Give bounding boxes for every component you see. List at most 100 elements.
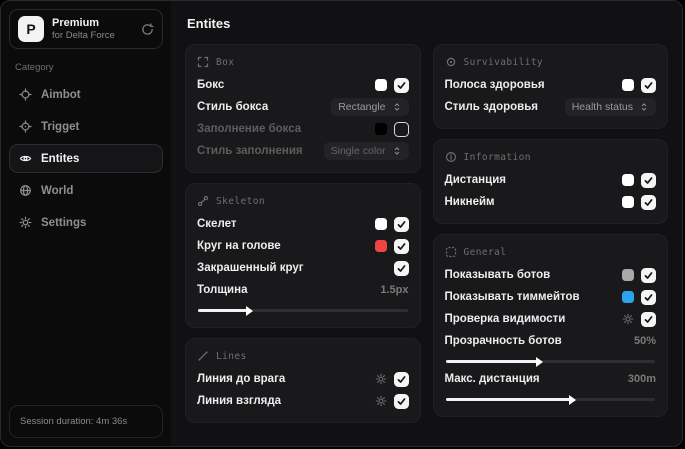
section-card-skeleton: Skeleton Скелет Круг на голове Закрашенный … — [185, 183, 421, 328]
row-label: Никнейм — [444, 196, 495, 208]
sidebar-nav: Aimbot Trigget Entites World Settings — [9, 80, 163, 237]
setting-row: Круг на голове — [197, 235, 409, 257]
section-header: Lines — [197, 350, 409, 362]
section-header: Box — [197, 56, 409, 68]
row-controls — [622, 172, 656, 188]
section-title: Lines — [216, 350, 247, 362]
dropdown-survivability-1[interactable]: Health status — [564, 98, 656, 116]
columns: Box Бокс Стиль бокса Rectangle Заполнение бо… — [185, 44, 668, 423]
sidebar-item-label: Settings — [41, 216, 87, 229]
setting-row: Стиль здоровья Health status — [445, 96, 656, 118]
setting-row: Закрашенный круг — [197, 257, 409, 279]
color-swatch[interactable] — [374, 123, 387, 135]
checkbox[interactable] — [393, 216, 409, 232]
checkbox[interactable] — [393, 77, 409, 93]
section-header: Skeleton — [197, 195, 409, 207]
sidebar-item-aimbot[interactable]: Aimbot — [9, 80, 163, 109]
slider-fill — [445, 398, 572, 401]
checkbox[interactable] — [641, 267, 656, 283]
dropdown-box-1[interactable]: Rectangle — [331, 98, 409, 116]
row-controls — [622, 289, 656, 305]
checkbox[interactable] — [641, 77, 656, 93]
gear-icon[interactable] — [375, 373, 387, 385]
category-label: Category — [15, 62, 54, 73]
slider-setting-row: Макс. дистанция 300m — [445, 368, 657, 390]
brand-title: Premium — [52, 16, 100, 29]
slider-setting-row: Прозрачность ботов 50% — [445, 330, 657, 352]
row-label: Прозрачность ботов — [444, 335, 562, 347]
color-swatch[interactable] — [622, 291, 634, 303]
column-right: Survivability Полоса здоровья Стиль здоров… — [432, 44, 668, 423]
info-icon — [445, 151, 457, 163]
bone-icon — [197, 195, 209, 207]
setting-row: Заполнение бокса — [197, 118, 409, 140]
unfold-icon — [392, 146, 402, 156]
brand-card: P Premium for Delta Force — [9, 9, 163, 49]
row-controls — [622, 77, 656, 93]
setting-row: Дистанция — [444, 169, 656, 191]
checkbox[interactable] — [641, 194, 656, 210]
sidebar-item-entites[interactable]: Entites — [9, 144, 163, 173]
sidebar-item-world[interactable]: World — [9, 176, 163, 205]
checkbox[interactable] — [393, 393, 409, 409]
grid-dashed-icon — [445, 246, 457, 258]
checkbox[interactable] — [641, 311, 656, 327]
row-controls — [622, 194, 656, 210]
checkbox[interactable] — [393, 371, 409, 387]
app-window: P Premium for Delta Force Category Aimbo… — [0, 0, 683, 447]
color-swatch[interactable] — [622, 174, 634, 186]
section-card-survivability: Survivability Полоса здоровья Стиль здоров… — [432, 44, 668, 129]
checkbox[interactable] — [393, 260, 409, 276]
color-swatch[interactable] — [374, 218, 387, 230]
sync-icon[interactable] — [141, 22, 154, 36]
row-controls — [374, 216, 409, 232]
setting-row: Показывать ботов — [444, 264, 656, 286]
slider-value: 300m — [627, 373, 656, 385]
color-swatch[interactable] — [622, 196, 634, 208]
select-value: Rectangle — [338, 101, 386, 113]
color-swatch[interactable] — [374, 79, 387, 91]
setting-row: Линия взгляда — [197, 390, 409, 412]
row-label: Толщина — [197, 284, 248, 296]
sidebar-item-trigget[interactable]: Trigget — [9, 112, 163, 141]
slider-value: 1.5px — [380, 284, 409, 296]
brand-text: Premium for Delta Force — [52, 17, 133, 42]
gear-icon[interactable] — [622, 313, 634, 325]
row-label: Показывать ботов — [444, 269, 551, 281]
setting-row: Показывать тиммейтов — [445, 286, 656, 308]
row-controls — [622, 311, 656, 327]
slider-thumb[interactable] — [535, 356, 543, 367]
checkbox[interactable] — [641, 289, 656, 305]
gear-icon — [19, 216, 32, 229]
slider-track[interactable] — [445, 356, 655, 367]
sidebar-item-label: Trigget — [41, 120, 80, 133]
sidebar-item-label: Entites — [41, 152, 80, 165]
slider-track[interactable] — [198, 305, 408, 316]
setting-row: Бокс — [197, 74, 409, 96]
unfold-icon — [639, 102, 649, 112]
row-controls — [375, 371, 409, 387]
row-label: Стиль заполнения — [197, 145, 303, 157]
setting-row: Линия до врага — [197, 368, 409, 390]
dropdown-box-3[interactable]: Single color — [323, 142, 409, 160]
checkbox[interactable] — [641, 172, 656, 188]
slider-track[interactable] — [445, 394, 655, 405]
gear-icon[interactable] — [375, 395, 387, 407]
row-label: Дистанция — [444, 174, 506, 186]
pulse-circle-icon — [445, 56, 457, 68]
section-title: Survivability — [463, 56, 544, 68]
checkbox[interactable] — [393, 121, 409, 137]
color-swatch[interactable] — [622, 269, 634, 281]
checkbox[interactable] — [393, 238, 409, 254]
slider-thumb[interactable] — [569, 394, 577, 405]
section-header: Information — [445, 151, 657, 163]
row-controls: Single color — [323, 142, 409, 160]
section-card-general: General Показывать ботов Показывать тиммей… — [432, 234, 668, 417]
sidebar-item-settings[interactable]: Settings — [9, 208, 163, 237]
row-label: Бокс — [197, 79, 225, 91]
row-label: Заполнение бокса — [197, 123, 302, 135]
slider-thumb[interactable] — [246, 305, 254, 316]
row-controls: Health status — [564, 98, 656, 116]
color-swatch[interactable] — [374, 240, 387, 252]
color-swatch[interactable] — [622, 79, 634, 91]
